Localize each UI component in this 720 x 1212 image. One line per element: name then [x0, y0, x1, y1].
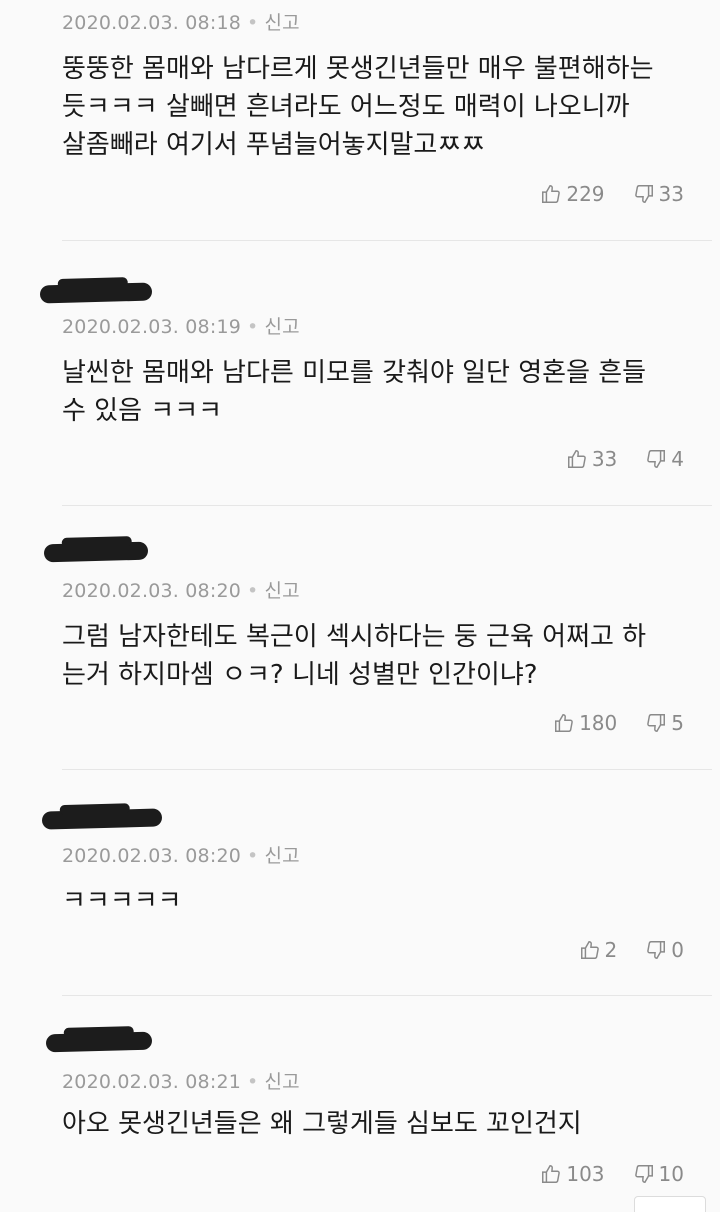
report-link[interactable]: 신고: [264, 316, 299, 338]
divider: [62, 995, 712, 996]
redacted-username: [41, 808, 163, 830]
vote-bar: 229 33: [540, 182, 684, 206]
comment-line: 듯ㅋㅋㅋ 살빼면 흔녀라도 어느정도 매력이 나오니까: [62, 92, 630, 122]
comment-line: 살좀빼라 여기서 푸념늘어놓지말고ㅉㅉ: [62, 130, 486, 160]
separator-dot: •: [247, 845, 259, 867]
comment-body: 그럼 남자한테도 복근이 섹시하다는 둥 근육 어쩌고 하 는거 하지마셈 ㅇㅋ…: [62, 618, 702, 694]
like-button[interactable]: 103: [540, 1162, 605, 1186]
vote-bar: 2 0: [579, 938, 684, 962]
like-count: 2: [604, 938, 618, 962]
thumbs-up-icon: [542, 1165, 561, 1183]
thumbs-down-icon: [634, 1165, 653, 1183]
vote-bar: 103 10: [540, 1162, 684, 1186]
comment-item: 2020.02.03. 08:18 • 신고 뚱뚱한 몸매와 남다르게 못생긴년들만…: [0, 0, 720, 242]
dislike-count: 10: [658, 1162, 684, 1186]
like-count: 229: [566, 182, 605, 206]
redacted-username: [39, 282, 153, 304]
like-button[interactable]: 2: [579, 938, 618, 962]
dislike-button[interactable]: 10: [633, 1162, 684, 1186]
report-link[interactable]: 신고: [264, 845, 299, 867]
thumbs-up-icon: [567, 450, 586, 468]
dislike-button[interactable]: 4: [645, 447, 684, 471]
comment-date: 2020.02.03. 08:19: [62, 316, 242, 338]
like-button[interactable]: 33: [566, 447, 617, 471]
comment-date: 2020.02.03. 08:20: [62, 580, 242, 602]
thumbs-down-icon: [647, 450, 666, 468]
report-link[interactable]: 신고: [264, 580, 299, 602]
dislike-count: 33: [658, 182, 684, 206]
reply-box-edge[interactable]: [634, 1196, 706, 1212]
comment-item: 2020.02.03. 08:21 • 신고 아오 못생긴년들은 왜 그렇게들 심보…: [0, 997, 720, 1212]
dislike-button[interactable]: 5: [645, 711, 684, 735]
thumbs-down-icon: [634, 185, 653, 203]
comment-item: 2020.02.03. 08:20 • 신고 ㅋㅋㅋㅋㅋ 2 0: [0, 772, 720, 997]
comment-body: 아오 못생긴년들은 왜 그렇게들 심보도 꼬인건지: [62, 1105, 702, 1143]
like-count: 33: [591, 447, 618, 471]
comment-line: 는거 하지마셈 ㅇㅋ? 니네 성별만 인간이냐?: [62, 660, 538, 690]
comment-date: 2020.02.03. 08:21: [62, 1071, 242, 1093]
dislike-button[interactable]: 33: [633, 182, 684, 206]
comment-body: 뚱뚱한 몸매와 남다르게 못생긴년들만 매우 불편해하는 듯ㅋㅋㅋ 살빼면 흔녀…: [62, 50, 702, 164]
separator-dot: •: [247, 316, 259, 338]
comment-meta: 2020.02.03. 08:20 • 신고: [62, 841, 300, 868]
comment-meta: 2020.02.03. 08:18 • 신고: [62, 8, 300, 35]
comment-line: 뚱뚱한 몸매와 남다르게 못생긴년들만 매우 불편해하는: [62, 54, 654, 84]
comment-line: 그럼 남자한테도 복근이 섹시하다는 둥 근육 어쩌고 하: [62, 622, 647, 652]
comment-date: 2020.02.03. 08:18: [62, 12, 242, 34]
dislike-count: 4: [671, 447, 684, 471]
thumbs-down-icon: [647, 714, 666, 732]
dislike-button[interactable]: 0: [645, 938, 684, 962]
separator-dot: •: [247, 1071, 259, 1093]
thumbs-up-icon: [580, 941, 599, 959]
comment-meta: 2020.02.03. 08:20 • 신고: [62, 576, 300, 603]
separator-dot: •: [247, 580, 259, 602]
divider: [62, 505, 712, 506]
vote-bar: 180 5: [553, 711, 684, 735]
thumbs-up-icon: [555, 714, 573, 732]
thumbs-up-icon: [542, 185, 561, 203]
divider: [62, 769, 712, 770]
comment-line: 날씬한 몸매와 남다른 미모를 갖춰야 일단 영혼을 흔들: [62, 358, 647, 388]
comment-item: 2020.02.03. 08:20 • 신고 그럼 남자한테도 복근이 섹시하다는 …: [0, 507, 720, 772]
redacted-username: [45, 1031, 153, 1053]
comment-date: 2020.02.03. 08:20: [62, 845, 242, 867]
like-button[interactable]: 229: [540, 182, 605, 206]
comment-line: 아오 못생긴년들은 왜 그렇게들 심보도 꼬인건지: [62, 1109, 582, 1139]
comment-meta: 2020.02.03. 08:19 • 신고: [62, 312, 300, 339]
separator-dot: •: [247, 12, 259, 34]
comment-line: 수 있음 ㅋㅋㅋ: [62, 396, 223, 426]
like-count: 103: [566, 1162, 605, 1186]
comment-body: ㅋㅋㅋㅋㅋ: [62, 882, 702, 920]
vote-bar: 33 4: [566, 447, 684, 471]
thumbs-down-icon: [647, 941, 666, 959]
redacted-username: [43, 541, 149, 563]
report-link[interactable]: 신고: [264, 12, 299, 34]
dislike-count: 5: [671, 711, 684, 735]
comment-body: 날씬한 몸매와 남다른 미모를 갖춰야 일단 영혼을 흔들 수 있음 ㅋㅋㅋ: [62, 354, 702, 430]
divider: [62, 240, 712, 241]
dislike-count: 0: [671, 938, 684, 962]
like-count: 180: [579, 711, 618, 735]
comment-item: 2020.02.03. 08:19 • 신고 날씬한 몸매와 남다른 미모를 갖춰야…: [0, 242, 720, 507]
report-link[interactable]: 신고: [264, 1071, 299, 1093]
comment-meta: 2020.02.03. 08:21 • 신고: [62, 1067, 300, 1094]
like-button[interactable]: 180: [553, 711, 617, 735]
comment-line: ㅋㅋㅋㅋㅋ: [62, 886, 182, 916]
